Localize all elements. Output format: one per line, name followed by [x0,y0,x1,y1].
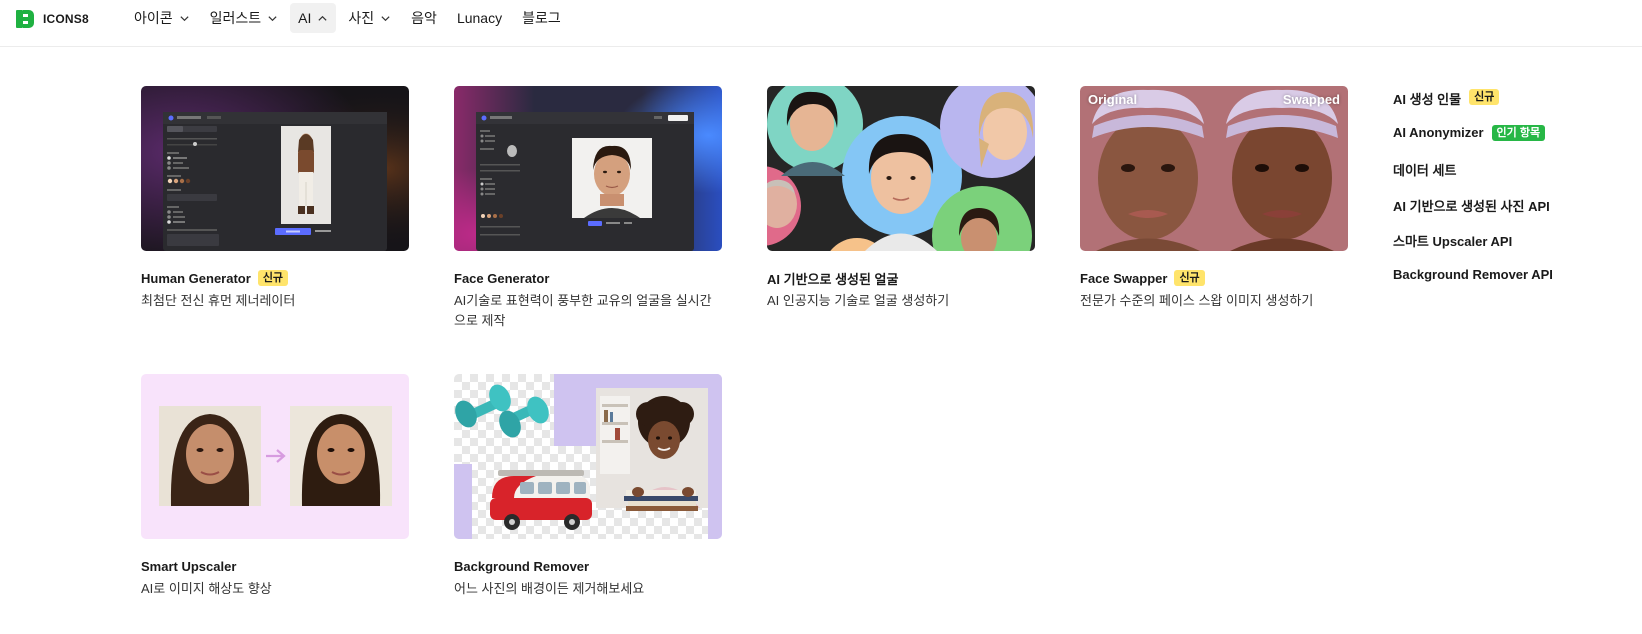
card-smart-upscaler[interactable]: Smart Upscaler AI로 이미지 해상도 향상 [141,374,409,599]
chevron-down-icon [381,15,390,21]
face-generator-thumbnail [454,86,722,251]
nav-label: AI [298,10,312,26]
nav-ai[interactable]: AI [290,3,337,33]
original-label: Original [1088,92,1138,107]
card-title-text: Background Remover [454,558,590,574]
nav-label: 음악 [411,10,437,26]
card-title-text: Smart Upscaler [141,558,237,574]
ai-generated-faces-thumbnail [767,86,1035,251]
nav-label: 일러스트 [209,10,262,26]
side-link-smart-upscaler-api[interactable]: 스마트 Upscaler API [1393,229,1633,265]
card-description: AI로 이미지 해상도 향상 [141,581,272,596]
side-link-label: 데이터 세트 [1393,163,1457,178]
side-link-label: AI 생성 인물 [1393,92,1462,107]
card-description: AI 인공지능 기술로 얼굴 생성하기 [767,293,950,308]
face-swapper-thumbnail: Original Swapped [1080,86,1348,251]
ai-side-links: AI 생성 인물 신규 AI Anonymizer 인기 항목 데이터 세트 A… [1393,87,1633,300]
icons8-logo-icon [16,10,34,28]
human-generator-thumbnail [141,86,409,251]
side-link-ai-anonymizer[interactable]: AI Anonymizer 인기 항목 [1393,123,1633,159]
new-badge: 신규 [257,270,289,286]
card-ai-generated-faces[interactable]: AI 기반으로 생성된 얼굴 AI 인공지능 기술로 얼굴 생성하기 [767,86,1035,311]
chevron-down-icon [268,15,277,21]
side-link-background-remover-api[interactable]: Background Remover API [1393,265,1633,301]
card-title: Background Remover [454,557,722,575]
card-description: 어느 사진의 배경이든 제거해보세요 [454,581,645,596]
side-link-label: AI Anonymizer [1393,124,1484,140]
card-face-swapper[interactable]: Original Swapped Face Swapper 신규 전문가 수준의… [1080,86,1348,311]
side-link-datasets[interactable]: 데이터 세트 [1393,158,1633,194]
card-description: 최첨단 전신 휴먼 제너레이터 [141,293,296,308]
main-nav: 아이콘 일러스트 AI 사진 음악 Lunacy 블로그 [126,3,573,33]
top-header: ICONS8 아이콘 일러스트 AI 사진 음악 Lunacy 블로그 [0,0,1642,47]
card-title-text: Face Generator [454,270,550,286]
side-link-label: AI 기반으로 생성된 사진 API [1393,198,1550,214]
nav-illustrations[interactable]: 일러스트 [202,3,287,33]
nav-blog[interactable]: 블로그 [514,3,569,33]
background-remover-thumbnail [454,374,722,539]
icons8-logo[interactable]: ICONS8 [16,10,89,28]
nav-label: 아이콘 [134,10,173,26]
card-background-remover[interactable]: Background Remover 어느 사진의 배경이든 제거해보세요 [454,374,722,599]
side-link-generated-photos-api[interactable]: AI 기반으로 생성된 사진 API [1393,194,1633,230]
chevron-up-icon [318,15,327,21]
popular-badge: 인기 항목 [1491,124,1546,141]
side-link-label: 스마트 Upscaler API [1393,234,1513,249]
card-title: Face Swapper 신규 [1080,269,1348,287]
new-badge: 신규 [1174,270,1205,286]
card-description: 전문가 수준의 페이스 스왑 이미지 생성하기 [1080,293,1314,308]
card-description: AI기술로 표현력이 풍부한 교유의 얼굴을 실시간으로 제작 [454,293,712,328]
side-link-label: Background Remover API [1393,266,1553,282]
nav-photos[interactable]: 사진 [340,3,399,33]
card-title: Smart Upscaler [141,557,409,575]
card-human-generator[interactable]: Human Generator 신규 최첨단 전신 휴먼 제너레이터 [141,86,409,311]
side-link-ai-generated-people[interactable]: AI 생성 인물 신규 [1393,87,1633,123]
chevron-down-icon [180,15,189,21]
nav-label: 사진 [348,10,375,26]
nav-icons[interactable]: 아이콘 [126,3,198,33]
card-title: Human Generator 신규 [141,269,409,287]
nav-music[interactable]: 음악 [403,3,445,33]
smart-upscaler-thumbnail [141,374,409,539]
card-title: Face Generator [454,269,722,287]
logo-text: ICONS8 [43,12,89,26]
nav-label: 블로그 [522,10,561,26]
card-title: AI 기반으로 생성된 얼굴 [767,269,1035,287]
swapped-label: Swapped [1282,92,1340,107]
card-face-generator[interactable]: Face Generator AI기술로 표현력이 풍부한 교유의 얼굴을 실시… [454,86,722,331]
nav-label: Lunacy [456,10,503,26]
nav-lunacy[interactable]: Lunacy [449,3,510,33]
card-title-text: Face Swapper [1080,270,1168,286]
new-badge: 신규 [1469,89,1500,105]
card-title-text: Human Generator [141,270,251,286]
card-title-text: AI 기반으로 생성된 얼굴 [767,271,899,287]
